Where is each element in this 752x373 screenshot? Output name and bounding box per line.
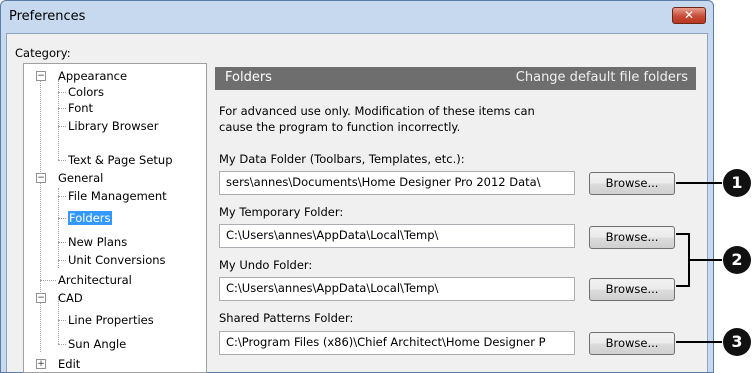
tree-connector [58, 126, 66, 127]
tree-item-folders[interactable]: Folders [68, 210, 112, 226]
tree-item-sun-angle[interactable]: Sun Angle [68, 336, 126, 352]
tree-item-label: Text & Page Setup [68, 153, 173, 167]
tree-item-label: File Management [68, 189, 167, 203]
tree-item-library-browser[interactable]: Library Browser [68, 118, 158, 134]
category-label: Category: [15, 46, 71, 60]
tree-item-new-plans[interactable]: New Plans [68, 234, 127, 250]
tree-item-colors[interactable]: Colors [68, 84, 104, 100]
data-folder-label: My Data Folder (Toolbars, Templates, etc… [219, 152, 465, 166]
title-bar[interactable]: Preferences ✕ [1, 1, 713, 33]
panel-title: Folders [225, 70, 272, 85]
callout-3: 3 [723, 328, 751, 356]
callout-2: 2 [723, 246, 751, 274]
category-tree[interactable]: − Appearance Colors Font Library Browser… [23, 63, 207, 373]
tree-item-label: New Plans [68, 235, 128, 249]
tree-connector [58, 188, 59, 268]
tree-item-font[interactable]: Font [68, 100, 93, 116]
callout-line [676, 285, 690, 287]
tree-connector [58, 218, 66, 219]
tree-connector [58, 260, 66, 261]
callout-1: 1 [723, 169, 751, 197]
tree-item-unit-conversions[interactable]: Unit Conversions [68, 252, 166, 268]
shared-patterns-folder-label: Shared Patterns Folder: [219, 311, 354, 325]
callout-line [676, 182, 722, 184]
undo-folder-input[interactable]: C:\Users\annes\AppData\Local\Temp\ [219, 277, 575, 301]
collapse-icon[interactable]: − [36, 71, 46, 81]
data-folder-browse-button[interactable]: Browse... [589, 172, 675, 195]
tree-connector [40, 74, 41, 352]
close-button[interactable]: ✕ [672, 7, 706, 24]
warning-note-line: cause the program to function incorrectl… [219, 120, 461, 134]
window-title: Preferences [9, 9, 86, 24]
tree-connector [58, 108, 66, 109]
undo-folder-browse-button[interactable]: Browse... [589, 278, 675, 301]
tree-item-architectural[interactable]: Architectural [58, 272, 132, 288]
tree-item-file-management[interactable]: File Management [68, 188, 167, 204]
shared-patterns-folder-input[interactable]: C:\Program Files (x86)\Chief Architect\H… [219, 331, 575, 355]
tree-item-label: CAD [58, 291, 83, 305]
collapse-icon[interactable]: − [36, 173, 46, 183]
shared-patterns-folder-browse-button[interactable]: Browse... [589, 332, 675, 355]
callout-line [689, 259, 722, 261]
tree-item-line-properties[interactable]: Line Properties [68, 312, 154, 328]
tree-item-label: General [58, 171, 104, 185]
collapse-icon[interactable]: − [36, 293, 46, 303]
tree-connector [40, 280, 56, 281]
temporary-folder-label: My Temporary Folder: [219, 205, 344, 219]
tree-item-label: Line Properties [68, 313, 154, 327]
data-folder-input[interactable]: sers\annes\Documents\Home Designer Pro 2… [219, 171, 575, 195]
undo-folder-label: My Undo Folder: [219, 258, 313, 272]
temporary-folder-browse-button[interactable]: Browse... [589, 226, 675, 249]
tree-item-label: Library Browser [68, 119, 159, 133]
panel-header: Folders Change default file folders [215, 67, 696, 90]
tree-connector [58, 92, 66, 93]
panel-description: Change default file folders [515, 70, 688, 85]
tree-item-text-page-setup[interactable]: Text & Page Setup [68, 152, 173, 168]
warning-note: For advanced use only. Modification of t… [219, 103, 599, 135]
tree-item-label: Sun Angle [68, 337, 127, 351]
tree-connector [58, 344, 66, 345]
tree-item-label: Architectural [58, 273, 132, 287]
callout-line [676, 341, 722, 343]
tree-item-label: Font [68, 101, 94, 115]
tree-item-label: Appearance [58, 69, 128, 83]
tree-item-label: Unit Conversions [68, 253, 166, 267]
tree-item-label: Colors [68, 85, 105, 99]
tree-connector [58, 196, 66, 197]
tree-connector [58, 320, 66, 321]
warning-note-line: For advanced use only. Modification of t… [219, 104, 535, 118]
tree-connector [58, 242, 66, 243]
tree-item-label: Edit [58, 357, 81, 371]
tree-item-label: Folders [68, 211, 112, 225]
tree-connector [58, 160, 66, 161]
temporary-folder-input[interactable]: C:\Users\annes\AppData\Local\Temp\ [219, 224, 575, 248]
expand-icon[interactable]: + [36, 359, 46, 369]
